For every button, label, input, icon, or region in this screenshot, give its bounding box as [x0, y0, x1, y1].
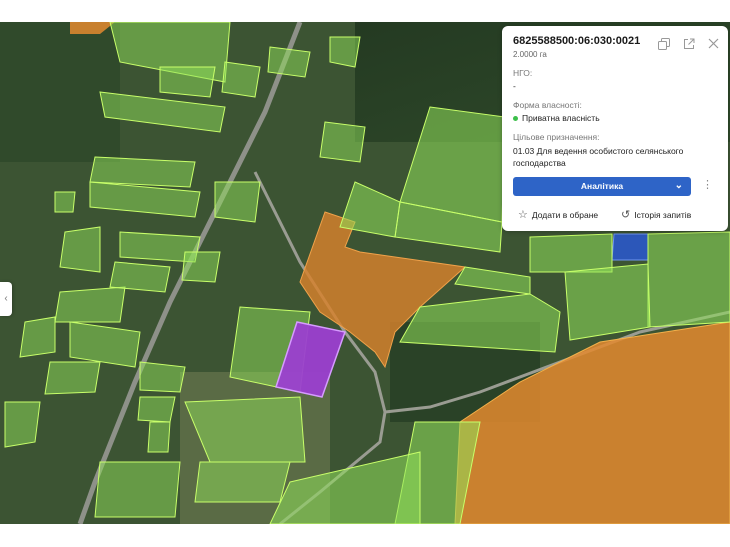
open-external-button[interactable] — [682, 38, 696, 52]
more-options-button[interactable]: ⋮ — [702, 178, 713, 191]
copy-icon — [658, 38, 670, 50]
purpose-label: Цільове призначення: — [513, 132, 600, 142]
purpose-value: 01.03 Для ведення особистого селянського… — [513, 146, 684, 168]
parcel-area: 2.0000 га — [513, 50, 547, 59]
close-icon — [708, 38, 718, 49]
close-button[interactable] — [706, 38, 720, 52]
request-history-button[interactable]: ↺ Історія запитів — [621, 208, 691, 221]
ownership-value: Приватна власність — [522, 113, 600, 123]
ngo-value: - — [513, 81, 516, 91]
more-vertical-icon: ⋮ — [702, 179, 713, 191]
collapse-left-panel-button[interactable]: ‹ — [0, 282, 12, 316]
history-icon: ↺ — [621, 209, 631, 221]
status-dot — [513, 116, 518, 122]
favorites-label: Додати в обране — [531, 210, 599, 220]
add-to-favorites-button[interactable]: ☆ Додати в обране — [518, 208, 598, 221]
cadastral-number: 6825588500:06:030:0021 — [513, 35, 641, 47]
analytics-button-label: Аналітика — [580, 181, 624, 191]
star-icon: ☆ — [518, 209, 528, 221]
parcel-blue[interactable] — [611, 233, 649, 261]
ngo-label: НГО: — [513, 68, 533, 78]
ownership-value-row: Приватна власність — [513, 113, 600, 123]
analytics-button[interactable]: Аналітика ⌄ — [513, 177, 691, 196]
copy-button[interactable] — [657, 38, 671, 52]
chevron-left-icon: ‹ — [4, 293, 8, 304]
parcel-info-panel: 6825588500:06:030:0021 2.0000 га НГО: - … — [502, 26, 728, 231]
external-link-icon — [684, 38, 695, 49]
history-label: Історія запитів — [634, 210, 692, 220]
chevron-down-icon: ⌄ — [674, 180, 683, 191]
ownership-label: Форма власності: — [513, 100, 582, 110]
